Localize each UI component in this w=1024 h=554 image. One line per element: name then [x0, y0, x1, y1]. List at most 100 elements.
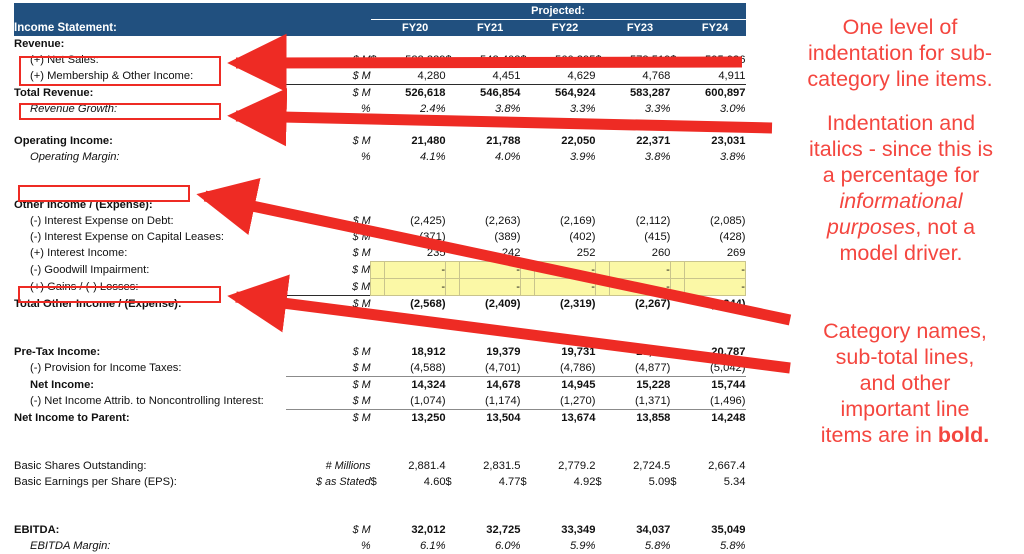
cell-value[interactable]: 4.92 [535, 474, 596, 490]
cell-value[interactable]: (2,319) [534, 295, 596, 312]
table-row[interactable]: (-) Interest Expense on Capital Leases: … [14, 229, 746, 245]
cell-value[interactable] [385, 36, 446, 52]
cell-value[interactable]: 32,725 [460, 522, 520, 538]
cell-value[interactable]: (2,169) [535, 213, 595, 229]
column-header-fy20[interactable]: FY20 [384, 19, 446, 36]
cell-value-highlighted[interactable]: - [459, 261, 521, 279]
cell-value[interactable]: 3.3% [535, 101, 596, 117]
cell-value[interactable]: 34,037 [610, 522, 670, 538]
cell-value-highlighted[interactable]: - [609, 261, 671, 279]
cell-value[interactable]: 522,339 [385, 52, 445, 68]
cell-value[interactable]: 235 [385, 245, 446, 262]
cell-value[interactable]: 242 [460, 245, 521, 262]
table-row[interactable]: Operating Income: $ M 21,480 21,788 22,0… [14, 133, 746, 149]
cell-value[interactable]: (389) [460, 229, 520, 245]
table-row[interactable]: (+) Interest Income: $ M 235 242 252 260… [14, 245, 746, 262]
cell-value[interactable]: 21,788 [460, 133, 520, 149]
cell-value[interactable]: 5.09 [610, 474, 671, 490]
cell-value[interactable]: 542,403 [460, 52, 520, 68]
table-row[interactable]: (-) Goodwill Impairment: $ M - - - - - [14, 261, 746, 279]
cell-value[interactable]: 6.1% [385, 538, 446, 554]
cell-value[interactable]: 595,986 [685, 52, 745, 68]
cell-value[interactable]: 5.34 [685, 474, 746, 490]
cell-value[interactable]: 6.0% [460, 538, 521, 554]
table-row[interactable]: (+) Membership & Other Income: $ M 4,280… [14, 68, 746, 85]
cell-value[interactable]: (1,496) [685, 393, 745, 410]
cell-value[interactable]: (2,112) [610, 213, 671, 229]
cell-value[interactable]: (4,786) [535, 360, 595, 377]
cell-value[interactable]: 4,280 [385, 68, 446, 85]
cell-value[interactable]: 14,324 [384, 376, 446, 393]
cell-value[interactable] [685, 36, 746, 52]
cell-value[interactable]: (2,267) [609, 295, 671, 312]
table-row[interactable]: Net Income to Parent: $ M 13,250 13,504 … [14, 409, 746, 426]
table-row[interactable]: Pre-Tax Income: $ M 18,912 19,379 19,731… [14, 344, 746, 360]
table-row[interactable]: EBITDA: $ M 32,012 32,725 33,349 34,037 … [14, 522, 746, 538]
column-header-fy21[interactable]: FY21 [459, 19, 521, 36]
cell-value[interactable]: 5.8% [610, 538, 671, 554]
cell-value[interactable]: (4,877) [610, 360, 670, 377]
cell-value[interactable]: 18,912 [385, 344, 445, 360]
cell-value[interactable]: (371) [385, 229, 445, 245]
cell-value[interactable]: 4.77 [460, 474, 521, 490]
cell-value[interactable]: (2,263) [460, 213, 520, 229]
table-row[interactable]: (-) Interest Expense on Debt: $ M (2,425… [14, 213, 746, 229]
cell-value[interactable]: (1,074) [385, 393, 445, 410]
cell-value[interactable] [385, 197, 446, 213]
cell-value[interactable]: 3.9% [535, 149, 596, 165]
cell-value[interactable]: 20,787 [685, 344, 745, 360]
cell-value[interactable]: (4,588) [385, 360, 445, 377]
cell-value-highlighted[interactable]: - [384, 261, 447, 279]
cell-value[interactable]: 4,629 [535, 68, 595, 85]
cell-value[interactable] [610, 36, 671, 52]
table-row[interactable]: Basic Shares Outstanding: # Millions 2,8… [14, 458, 746, 474]
cell-value-highlighted[interactable]: - [534, 261, 596, 279]
table-row[interactable]: Operating Margin: % 4.1% 4.0% 3.9% 3.8% … [14, 149, 746, 165]
cell-value[interactable]: 600,897 [684, 84, 746, 101]
cell-value[interactable] [685, 197, 746, 213]
cell-value-highlighted[interactable]: - [534, 278, 596, 296]
cell-value[interactable]: (1,371) [610, 393, 670, 410]
cell-value[interactable]: 526,618 [384, 84, 446, 101]
cell-value[interactable] [460, 36, 521, 52]
cell-value[interactable] [610, 197, 671, 213]
cell-value[interactable] [535, 197, 596, 213]
cell-value[interactable]: (4,701) [460, 360, 520, 377]
table-row[interactable]: Total Revenue: $ M 526,618 546,854 564,9… [14, 84, 746, 101]
cell-value[interactable]: (2,244) [684, 295, 746, 312]
cell-value[interactable]: 3.8% [685, 149, 746, 165]
cell-value[interactable]: 3.8% [610, 149, 671, 165]
cell-value[interactable]: (428) [685, 229, 745, 245]
cell-value[interactable]: 15,228 [609, 376, 671, 393]
cell-value[interactable]: 14,945 [534, 376, 596, 393]
cell-value[interactable]: 252 [535, 245, 596, 262]
table-row[interactable]: Basic Earnings per Share (EPS): $ as Sta… [14, 474, 746, 490]
cell-value[interactable]: 578,519 [610, 52, 670, 68]
cell-value[interactable]: 560,295 [535, 52, 595, 68]
cell-value[interactable]: 15,744 [684, 376, 746, 393]
cell-value[interactable]: 583,287 [609, 84, 671, 101]
cell-value[interactable]: 4.60 [385, 474, 446, 490]
cell-value[interactable]: 19,379 [460, 344, 520, 360]
cell-value[interactable]: (402) [535, 229, 595, 245]
cell-value[interactable]: 3.3% [610, 101, 671, 117]
cell-value[interactable]: 13,504 [459, 409, 521, 426]
cell-value[interactable]: 4.0% [460, 149, 521, 165]
cell-value[interactable]: 33,349 [535, 522, 595, 538]
cell-value-highlighted[interactable]: - [684, 261, 746, 279]
table-row[interactable]: (+) Net Sales: $ M $522,339 $542,403 $56… [14, 52, 746, 68]
cell-value[interactable]: (415) [610, 229, 670, 245]
table-row[interactable]: (-) Provision for Income Taxes: $ M (4,5… [14, 360, 746, 377]
table-row[interactable]: (+) Gains / (-) Losses: $ M - - - - - [14, 278, 746, 296]
cell-value[interactable]: 3.8% [460, 101, 521, 117]
table-row[interactable]: EBITDA Margin: % 6.1% 6.0% 5.9% 5.8% 5.8… [14, 538, 746, 554]
cell-value[interactable]: 564,924 [534, 84, 596, 101]
table-row[interactable]: Net Income: $ M 14,324 14,678 14,945 15,… [14, 376, 746, 393]
cell-value[interactable]: 13,674 [534, 409, 596, 426]
cell-value[interactable]: 2,724.5 [610, 458, 670, 474]
cell-value[interactable]: 4,451 [460, 68, 521, 85]
cell-value[interactable]: 14,248 [684, 409, 746, 426]
table-row[interactable]: Revenue Growth: % 2.4% 3.8% 3.3% 3.3% 3.… [14, 101, 746, 117]
cell-value[interactable]: 260 [610, 245, 671, 262]
cell-value[interactable]: 22,371 [610, 133, 670, 149]
